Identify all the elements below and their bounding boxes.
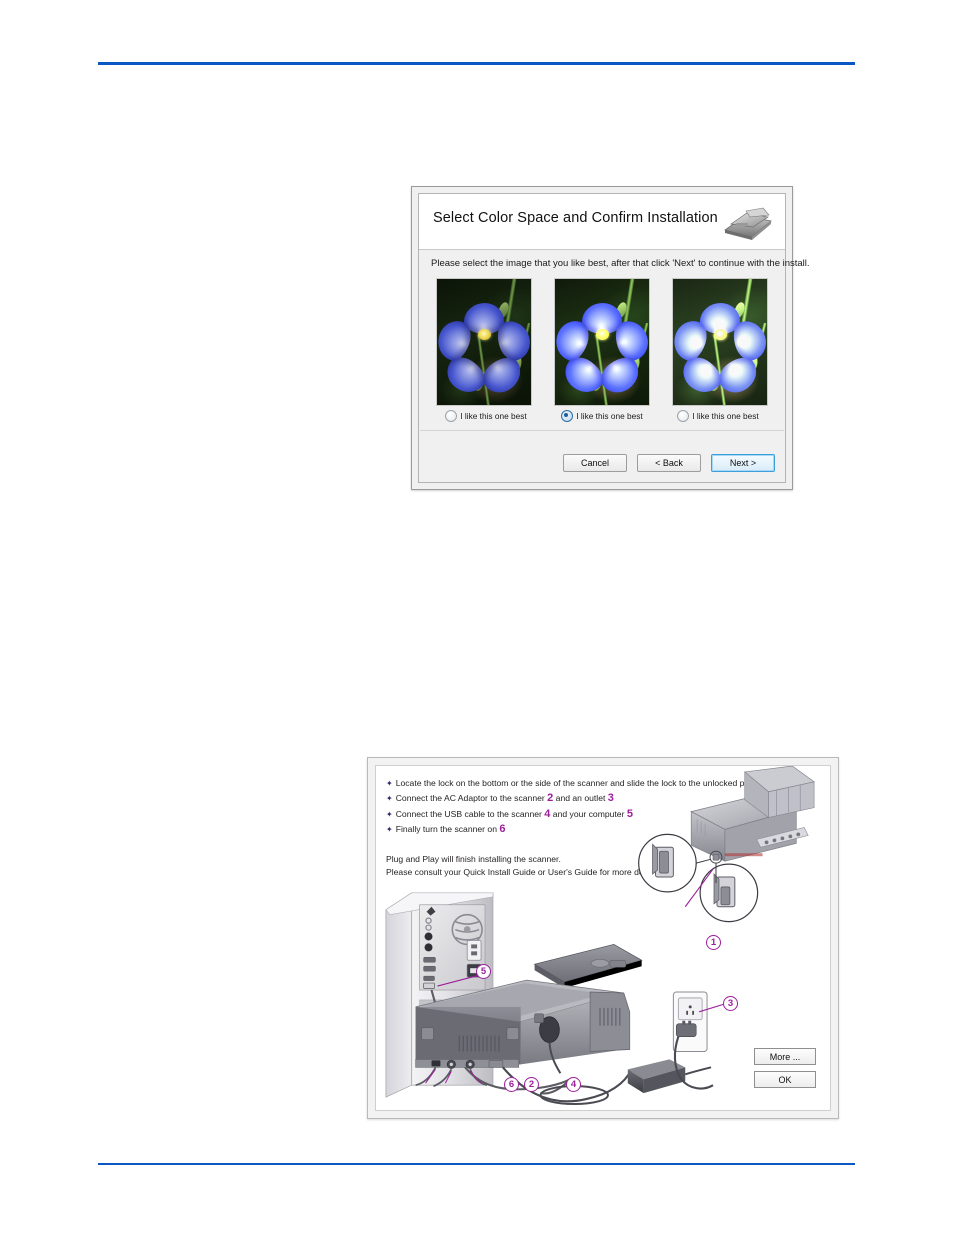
radio-button-icon[interactable] — [445, 410, 458, 422]
bullet-icon: ✦ — [386, 779, 393, 788]
callout-leader-1 — [684, 868, 714, 908]
flower-image-dark — [437, 279, 531, 405]
hardware-setup-dialog: ✦ Locate the lock on the bottom or the si… — [367, 757, 839, 1119]
flatbed-scanner-illustration — [415, 944, 643, 1074]
image-choice-thumbnail[interactable] — [672, 278, 768, 406]
bullet-icon: ✦ — [386, 809, 393, 819]
setup-step-list: ✦ Locate the lock on the bottom or the si… — [386, 776, 820, 838]
usb-cable — [430, 989, 571, 1091]
setup-button-group: More ... OK — [754, 1048, 816, 1088]
radio-button-selected-icon[interactable] — [561, 410, 574, 422]
step-text-mid: and your computer — [550, 808, 627, 819]
radio-option-label: I like this one best — [460, 411, 527, 421]
bullet-icon: ✦ — [386, 825, 393, 835]
color-space-wizard-dialog: Select Color Space and Confirm Installat… — [411, 186, 810, 490]
step-text-mid: and an outlet — [553, 793, 608, 804]
usb-port — [423, 982, 435, 989]
callout-6: 6 — [504, 1077, 519, 1092]
radio-option-3[interactable]: I like this one best — [671, 410, 765, 422]
lock-detail-locked — [713, 873, 736, 908]
radio-option-label: I like this one best — [692, 411, 759, 421]
step-number: 6 — [499, 823, 506, 836]
setup-step: ✦ Connect the AC Adaptor to the scanner 2… — [386, 791, 820, 806]
step-text: Finally turn the scanner on — [395, 824, 500, 835]
image-choice-thumbnail[interactable] — [554, 278, 650, 406]
image-choice-group — [419, 278, 785, 406]
callout-2: 2 — [524, 1077, 539, 1092]
radio-button-icon[interactable] — [677, 410, 690, 422]
wizard-header: Select Color Space and Confirm Installat… — [419, 194, 785, 250]
radio-option-label: I like this one best — [576, 411, 643, 421]
callout-1: 1 — [706, 935, 721, 950]
wizard-instruction-text: Please select the image that you like be… — [431, 258, 810, 269]
step-number: 5 — [626, 807, 633, 820]
flower-image-medium — [555, 279, 649, 405]
callout-leader-3 — [698, 1003, 726, 1013]
setup-note: Plug and Play will finish installing the… — [386, 853, 661, 878]
radio-option-1[interactable]: I like this one best — [439, 410, 533, 422]
wizard-separator — [420, 430, 784, 431]
setup-step: ✦ Locate the lock on the bottom or the si… — [386, 776, 820, 791]
step-text: Locate the lock on the bottom or the sid… — [395, 778, 772, 788]
step-number: 1 — [771, 777, 778, 789]
computer-tower-illustration — [385, 892, 494, 1098]
wizard-inner-frame: Select Color Space and Confirm Installat… — [418, 193, 810, 483]
setup-step: ✦ Connect the USB cable to the scanner 4 … — [386, 807, 820, 822]
cancel-button[interactable]: Cancel — [563, 454, 627, 472]
setup-note-line-1: Plug and Play will finish installing the… — [386, 854, 561, 864]
setup-note-line-2: Please consult your Quick Install Guide … — [386, 866, 662, 877]
more-button[interactable]: More ... — [754, 1048, 816, 1065]
next-button[interactable]: Next > — [711, 454, 775, 472]
bullet-icon: ✦ — [386, 794, 393, 804]
flower-image-light — [673, 279, 767, 405]
page-footer-rule — [98, 1163, 855, 1165]
ac-adapter-illustration — [627, 1059, 712, 1094]
setup-inner-frame: ✦ Locate the lock on the bottom or the si… — [375, 765, 831, 1111]
setup-step: ✦ Finally turn the scanner on 6 — [386, 822, 820, 837]
callout-4: 4 — [566, 1077, 581, 1092]
usb-connector — [465, 1059, 475, 1069]
scanner-icon — [724, 207, 772, 240]
wizard-button-bar: Cancel < Back Next > — [563, 454, 775, 472]
radio-option-2[interactable]: I like this one best — [555, 410, 649, 422]
power-switch — [431, 1060, 441, 1067]
callout-leader-5 — [437, 973, 484, 987]
page-header-rule — [98, 62, 855, 65]
step-text: Connect the AC Adaptor to the scanner — [395, 793, 548, 804]
back-button[interactable]: < Back — [637, 454, 701, 472]
callout-5: 5 — [476, 964, 491, 979]
wall-outlet-illustration — [672, 991, 714, 1090]
step-number: 3 — [607, 792, 614, 805]
step-text: Connect the USB cable to the scanner — [395, 808, 545, 819]
callout-3: 3 — [723, 996, 738, 1011]
image-choice-thumbnail[interactable] — [436, 278, 532, 406]
wizard-title: Select Color Space and Confirm Installat… — [433, 210, 718, 226]
ok-button[interactable]: OK — [754, 1071, 816, 1088]
image-choice-radio-group: I like this one best I like this one bes… — [419, 410, 785, 422]
